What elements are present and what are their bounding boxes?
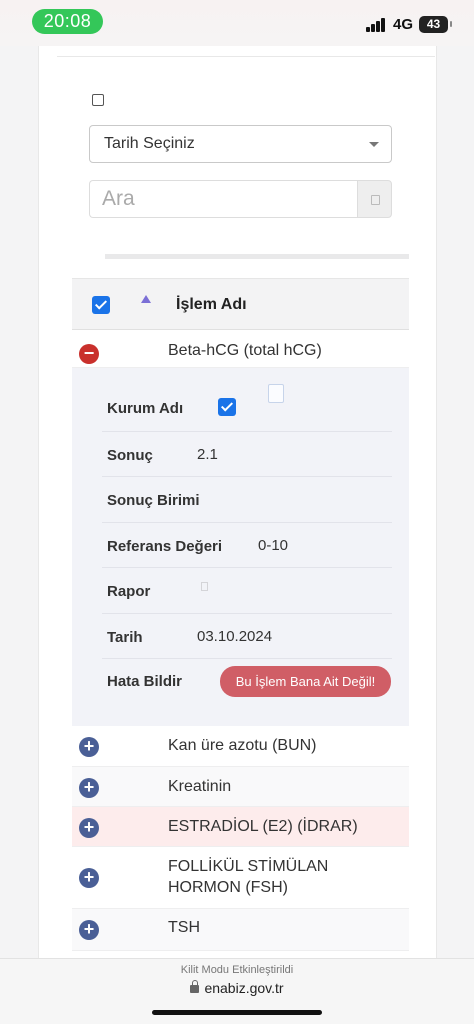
birim-label: Sonuç Birimi <box>107 492 200 509</box>
search-input[interactable]: Ara <box>89 180 357 218</box>
expand-icon[interactable]: + <box>79 868 99 888</box>
sonuc-label: Sonuç <box>107 447 153 464</box>
report-file-icon[interactable] <box>201 582 208 591</box>
expand-icon[interactable]: + <box>79 778 99 798</box>
row-name: Kan üre azotu (BUN) <box>168 737 317 754</box>
report-error-button[interactable]: Bu İşlem Bana Ait Değil! <box>220 666 391 697</box>
collapse-icon[interactable]: − <box>79 344 99 364</box>
results-table: İşlem Adı − Beta-hCG (total hCG) Kurum A… <box>72 278 409 951</box>
table-row[interactable]: + TSH <box>72 909 409 951</box>
table-header: İşlem Adı <box>72 278 409 330</box>
referans-value: 0-10 <box>258 537 289 554</box>
empty-checkbox[interactable] <box>268 384 284 403</box>
date-select[interactable]: Tarih Seçiniz <box>89 125 392 163</box>
divider <box>102 476 392 477</box>
table-row[interactable]: − Beta-hCG (total hCG) <box>72 330 409 368</box>
hata-label: Hata Bildir <box>107 673 183 690</box>
row-name: ESTRADİOL (E2) (İDRAR) <box>168 818 358 835</box>
kurum-checkbox[interactable] <box>218 398 236 416</box>
lock-icon <box>190 980 200 993</box>
referans-label: Referans Değeri <box>107 538 223 555</box>
divider <box>102 613 392 614</box>
column-header-islem-adi[interactable]: İşlem Adı <box>176 296 247 314</box>
network-type: 4G <box>393 16 414 33</box>
table-row-highlighted[interactable]: + ESTRADİOL (E2) (İDRAR) <box>72 807 409 847</box>
browser-bottom-bar: Kilit Modu Etkinleştirildi enabiz.gov.tr <box>0 958 474 1024</box>
divider <box>102 567 392 568</box>
clock: 20:08 <box>32 9 103 34</box>
url-text: enabiz.gov.tr <box>204 980 284 996</box>
search-button[interactable] <box>357 180 392 218</box>
sonuc-value: 2.1 <box>197 446 218 463</box>
kurum-label: Kurum Adı <box>107 400 184 417</box>
divider <box>102 431 392 432</box>
date-select-value: Tarih Seçiniz <box>104 135 195 152</box>
row-details: Kurum Adı Sonuç 2.1 Sonuç Birimi Referan… <box>72 368 409 726</box>
select-all-checkbox[interactable] <box>92 296 110 314</box>
home-indicator[interactable] <box>152 1010 322 1015</box>
signal-icon <box>366 18 386 32</box>
expand-icon[interactable]: + <box>79 818 99 838</box>
tarih-value: 03.10.2024 <box>197 628 273 645</box>
table-row[interactable]: + Kan üre azotu (BUN) <box>72 726 409 767</box>
lock-mode-note: Kilit Modu Etkinleştirildi <box>180 964 294 976</box>
search-icon <box>371 195 380 205</box>
filter-checkbox[interactable] <box>92 94 104 106</box>
row-name: Kreatinin <box>168 778 232 795</box>
row-name: Beta-hCG (total hCG) <box>168 342 322 359</box>
divider <box>102 658 392 659</box>
table-row[interactable]: + FOLLİKÜL STİMÜLAN HORMON (FSH) <box>72 847 409 909</box>
battery-level: 43 <box>426 17 441 31</box>
rapor-label: Rapor <box>107 583 151 600</box>
row-name: TSH <box>168 919 200 936</box>
row-name: FOLLİKÜL STİMÜLAN HORMON (FSH) <box>168 858 329 896</box>
divider <box>102 522 392 523</box>
table-row[interactable]: + Kreatinin <box>72 767 409 807</box>
tarih-label: Tarih <box>107 629 143 646</box>
battery-icon: 43 <box>419 16 452 33</box>
expand-icon[interactable]: + <box>79 737 99 757</box>
address-bar[interactable]: enabiz.gov.tr <box>0 980 474 996</box>
sort-ascending-icon[interactable] <box>141 295 151 303</box>
status-bar: 20:08 4G 43 <box>0 0 474 46</box>
horizontal-scrollbar[interactable] <box>105 254 409 259</box>
expand-icon[interactable]: + <box>79 920 99 940</box>
divider <box>57 56 435 57</box>
chevron-down-icon <box>369 142 379 147</box>
